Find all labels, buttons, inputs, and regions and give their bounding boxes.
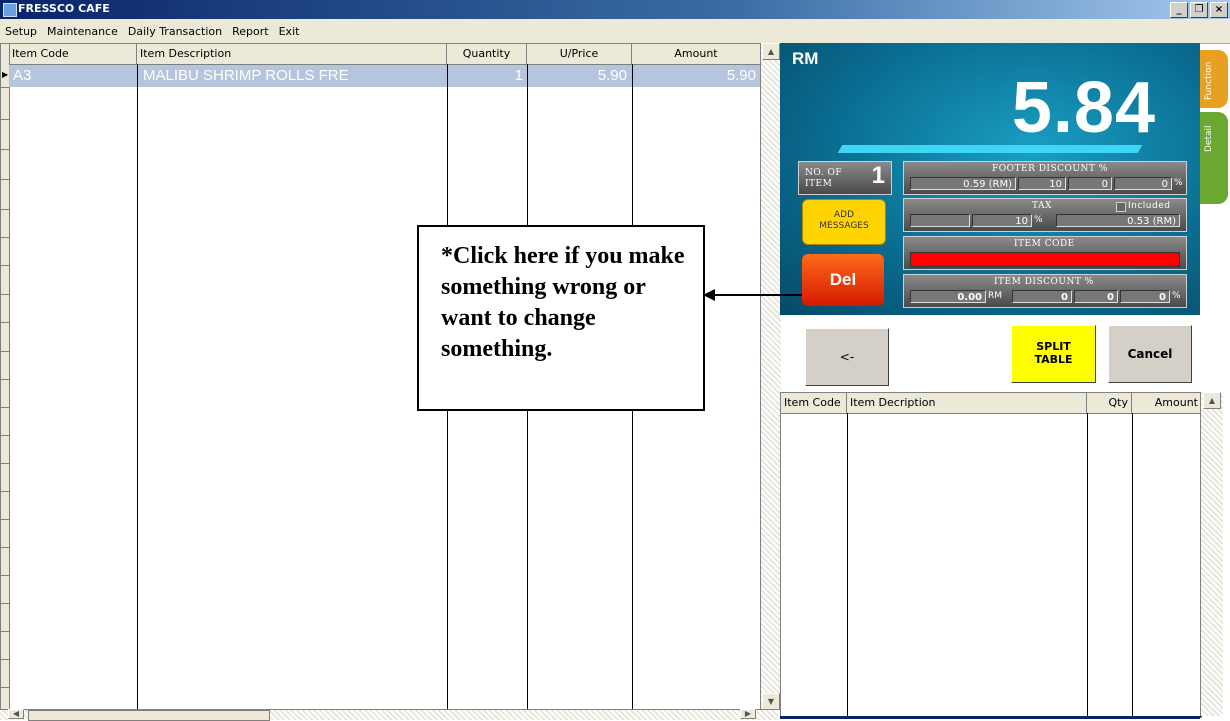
item-discount-1-field[interactable]: 0 [1012, 290, 1072, 303]
footer-discount-3-field[interactable]: 0 [1114, 177, 1172, 190]
tax-box: TAX Included 10 % 0.53 (RM) [903, 198, 1187, 232]
tax-label: TAX [1032, 201, 1052, 211]
footer-discount-label: FOOTER DISCOUNT % [992, 164, 1108, 174]
tax-percent: % [1034, 215, 1043, 225]
scroll-down-icon[interactable]: ▼ [762, 693, 780, 710]
column-divider [1087, 413, 1088, 717]
total-amount: 5.84 [1011, 68, 1156, 148]
col-unit-price[interactable]: U/Price [527, 44, 632, 64]
item-discount-amount-field[interactable]: 0.00 [910, 290, 986, 303]
item-discount-rm-label: RM [988, 291, 1003, 301]
del-button[interactable]: Del [802, 254, 884, 306]
add-messages-label: ADD [833, 210, 855, 220]
column-divider [137, 64, 138, 711]
currency-label: RM [792, 49, 819, 68]
menu-report[interactable]: Report [227, 25, 273, 38]
total-underline [837, 145, 1143, 153]
close-button[interactable]: × [1210, 2, 1228, 18]
no-of-item-label: NO. OF [805, 168, 843, 178]
menu-setup[interactable]: Setup [0, 25, 42, 38]
add-messages-label-2: MESSAGES [819, 221, 869, 231]
menu-bar: Setup Maintenance Daily Transaction Repo… [0, 19, 1230, 44]
split-col-qty[interactable]: Qty [1087, 393, 1132, 413]
footer-discount-box: FOOTER DISCOUNT % 0.59 (RM) 10 0 0 % [903, 161, 1187, 195]
col-item-code[interactable]: Item Code [9, 44, 137, 64]
item-discount-3-field[interactable]: 0 [1120, 290, 1170, 303]
menu-maintenance[interactable]: Maintenance [42, 25, 123, 38]
row-item-code: A3 [13, 67, 32, 84]
instruction-callout: *Click here if you make something wrong … [417, 225, 705, 411]
split-col-item-code[interactable]: Item Code [781, 393, 847, 413]
tax-included-label: Included [1128, 201, 1171, 211]
col-item-description[interactable]: Item Description [137, 44, 447, 64]
item-discount-percent: % [1172, 291, 1181, 301]
split-table-label: SPLIT [1036, 340, 1071, 353]
split-col-item-description[interactable]: Item Decription [847, 393, 1087, 413]
tab-detail[interactable]: Detail [1200, 112, 1228, 204]
order-grid-header: Item Code Item Description Quantity U/Pr… [1, 44, 761, 65]
item-discount-2-field[interactable]: 0 [1074, 290, 1118, 303]
row-pointer-icon: ▶ [2, 70, 9, 79]
footer-discount-1-field[interactable]: 10 [1018, 177, 1066, 190]
window-controls: _ ❐ × [1170, 2, 1228, 18]
back-button[interactable]: <- [805, 328, 889, 386]
tax-rate-field[interactable]: 10 [972, 214, 1032, 227]
col-quantity[interactable]: Quantity [447, 44, 527, 64]
split-scroll-up-icon[interactable]: ▲ [1203, 392, 1221, 409]
tax-amount-field[interactable]: 0.53 (RM) [1056, 214, 1180, 227]
cancel-button[interactable]: Cancel [1108, 325, 1192, 383]
menu-daily-transaction[interactable]: Daily Transaction [123, 25, 227, 38]
summary-panel: RM 5.84 NO. OF ITEM 1 FOOTER DISCOUNT % … [780, 43, 1200, 315]
restore-button[interactable]: ❐ [1190, 2, 1208, 18]
order-grid-horizontal-scrollbar[interactable]: ◀ ▶ [0, 709, 778, 721]
footer-discount-2-field[interactable]: 0 [1068, 177, 1112, 190]
footer-discount-percent: % [1174, 178, 1183, 188]
no-of-item-box: NO. OF ITEM 1 [798, 161, 892, 195]
callout-arrow-line [705, 294, 802, 296]
split-grid-vertical-scrollbar[interactable]: ▲ [1200, 392, 1223, 716]
no-of-item-label-2: ITEM [805, 179, 833, 189]
callout-arrowhead-icon [703, 289, 715, 301]
item-code-label: ITEM CODE [1014, 239, 1075, 249]
tax-field-1[interactable] [910, 214, 970, 227]
add-messages-button[interactable]: ADD MESSAGES [802, 199, 886, 245]
app-title: FRESSCO CAFE [18, 2, 110, 15]
app-icon [3, 3, 17, 17]
tax-included-checkbox[interactable] [1116, 202, 1126, 212]
split-grid-header: Item Code Item Decription Qty Amount [781, 393, 1201, 414]
item-discount-label: ITEM DISCOUNT % [994, 277, 1094, 287]
row-unit-price: 5.90 [597, 67, 627, 84]
column-divider [847, 413, 848, 717]
scroll-right-icon[interactable]: ▶ [740, 709, 756, 719]
split-col-amount[interactable]: Amount [1132, 393, 1201, 413]
tab-detail-label: Detail [1204, 125, 1214, 152]
col-amount[interactable]: Amount [632, 44, 761, 64]
minimize-button[interactable]: _ [1170, 2, 1188, 18]
row-amount: 5.90 [726, 67, 756, 84]
footer-discount-rm-field[interactable]: 0.59 (RM) [910, 177, 1016, 190]
scroll-up-icon[interactable]: ▲ [762, 43, 780, 60]
split-table-button[interactable]: SPLIT TABLE [1011, 325, 1096, 383]
title-bar: FRESSCO CAFE _ ❐ × [0, 0, 1230, 19]
row-quantity: 1 [514, 67, 523, 84]
no-of-item-value: 1 [871, 162, 885, 189]
column-divider [1132, 413, 1133, 717]
row-item-description: MALIBU SHRIMP ROLLS FRE [143, 67, 349, 84]
item-discount-box: ITEM DISCOUNT % 0.00 RM 0 0 0 % [903, 274, 1187, 308]
order-grid-vertical-scrollbar[interactable]: ▲ ▼ [760, 43, 781, 710]
split-grid[interactable]: Item Code Item Decription Qty Amount [780, 392, 1202, 718]
item-code-input[interactable] [910, 252, 1180, 267]
row-indicator-column: ▶ [1, 44, 10, 711]
scroll-thumb[interactable] [28, 710, 270, 721]
scroll-left-icon[interactable]: ◀ [8, 709, 24, 719]
tab-function[interactable]: Function [1200, 50, 1228, 108]
split-table-label-2: TABLE [1034, 353, 1073, 366]
menu-exit[interactable]: Exit [274, 25, 305, 38]
tab-function-label: Function [1204, 61, 1214, 100]
item-code-box: ITEM CODE [903, 236, 1187, 270]
